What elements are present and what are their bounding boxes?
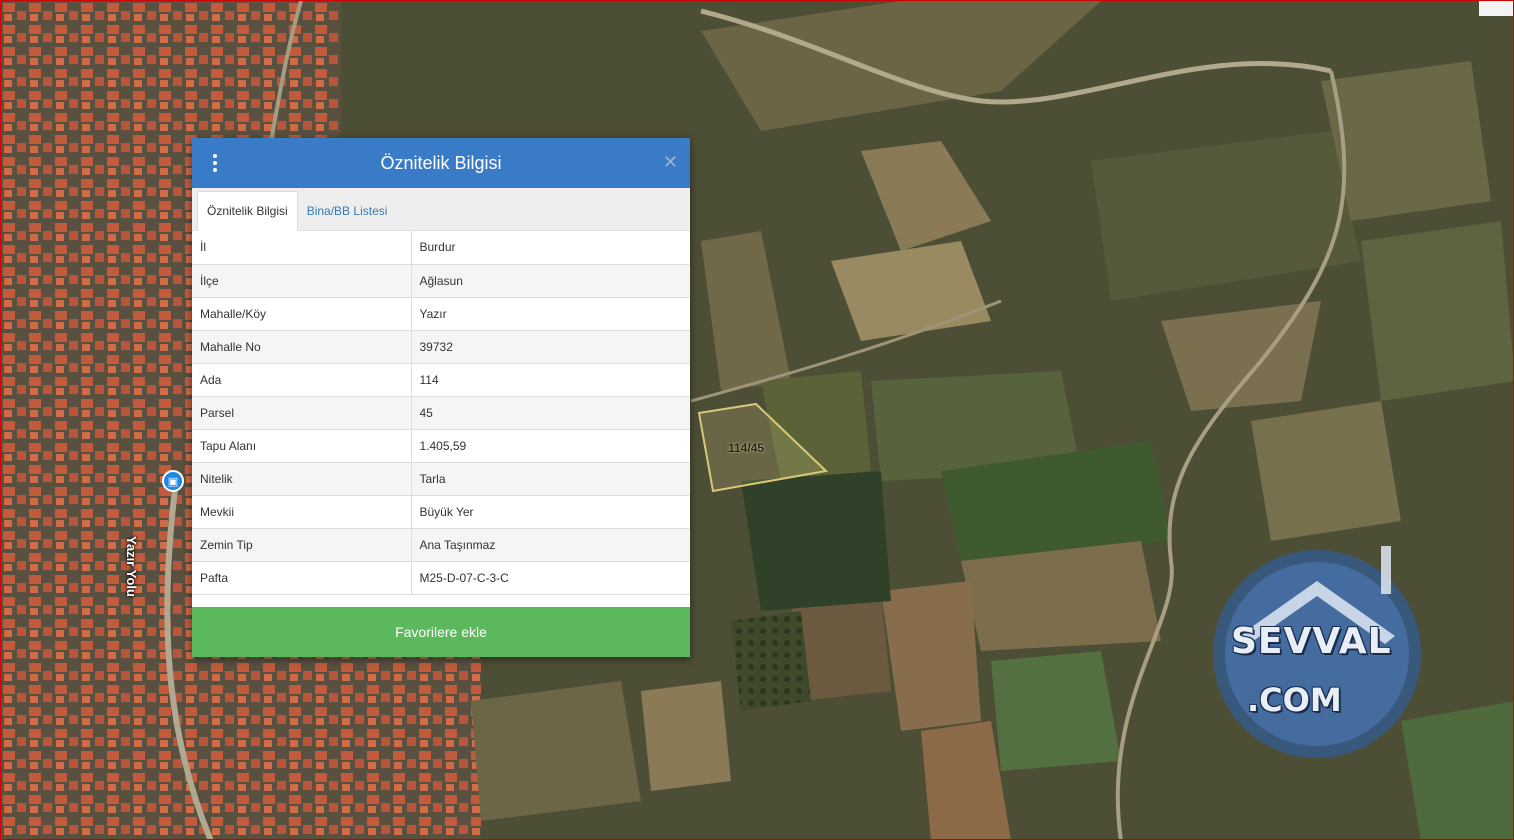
map-corner-control[interactable] (1479, 1, 1513, 16)
dialog-title: Öznitelik Bilgisi (380, 152, 502, 173)
attribute-table: İl Burdur İlçe Ağlasun Mahalle/Köy Yazır Ma… (192, 231, 690, 595)
watermark-text: SEVVAL (1231, 621, 1392, 662)
satellite-map[interactable]: Yazır Yolu ▣ 114/45 SEVVAL .COM Özniteli… (0, 0, 1514, 840)
road-label: Yazır Yolu (124, 536, 139, 597)
row-value: 39732 (411, 330, 690, 364)
row-value: Büyük Yer (411, 495, 690, 529)
row-key: Mevkii (192, 495, 412, 529)
parcel-label: 114/45 (728, 441, 765, 455)
table-row: Mahalle No 39732 (192, 330, 690, 364)
row-value: Ana Taşınmaz (411, 528, 690, 562)
kebab-menu-icon[interactable] (210, 154, 220, 172)
tab-building-list[interactable]: Bina/BB Listesi (298, 192, 397, 230)
add-to-favorites-button[interactable]: Favorilere ekle (192, 607, 690, 657)
table-row: Parsel 45 (192, 396, 690, 430)
row-value: 114 (411, 363, 690, 397)
row-key: Nitelik (192, 462, 412, 496)
table-row: Nitelik Tarla (192, 462, 690, 496)
row-value: Ağlasun (411, 264, 690, 298)
table-row: Mahalle/Köy Yazır (192, 297, 690, 331)
row-key: Tapu Alanı (192, 429, 412, 463)
row-key: İlçe (192, 264, 412, 298)
row-key: İl (192, 231, 412, 265)
row-key: Zemin Tip (192, 528, 412, 562)
row-value: Burdur (411, 231, 690, 265)
close-icon[interactable]: ✕ (663, 152, 678, 173)
row-value: Yazır (411, 297, 690, 331)
row-key: Parsel (192, 396, 412, 430)
table-row: Zemin Tip Ana Taşınmaz (192, 528, 690, 562)
tab-attribute-info[interactable]: Öznitelik Bilgisi (197, 191, 298, 231)
dialog-header: Öznitelik Bilgisi ✕ (192, 138, 690, 188)
row-value: M25-D-07-C-3-C (411, 561, 690, 595)
row-key: Mahalle/Köy (192, 297, 412, 331)
table-row: Tapu Alanı 1.405,59 (192, 429, 690, 463)
attribute-info-dialog: Öznitelik Bilgisi ✕ Öznitelik Bilgisi Bi… (192, 138, 690, 657)
table-row: İl Burdur (192, 231, 690, 265)
row-key: Ada (192, 363, 412, 397)
table-row: İlçe Ağlasun (192, 264, 690, 298)
row-value: 45 (411, 396, 690, 430)
tab-bar: Öznitelik Bilgisi Bina/BB Listesi (192, 188, 690, 231)
watermark-domain: .COM (1247, 681, 1342, 719)
row-key: Pafta (192, 561, 412, 595)
bus-stop-icon[interactable]: ▣ (162, 470, 184, 492)
row-key: Mahalle No (192, 330, 412, 364)
table-row: Pafta M25-D-07-C-3-C (192, 561, 690, 595)
table-row: Mevkii Büyük Yer (192, 495, 690, 529)
row-value: 1.405,59 (411, 429, 690, 463)
table-row: Ada 114 (192, 363, 690, 397)
row-value: Tarla (411, 462, 690, 496)
